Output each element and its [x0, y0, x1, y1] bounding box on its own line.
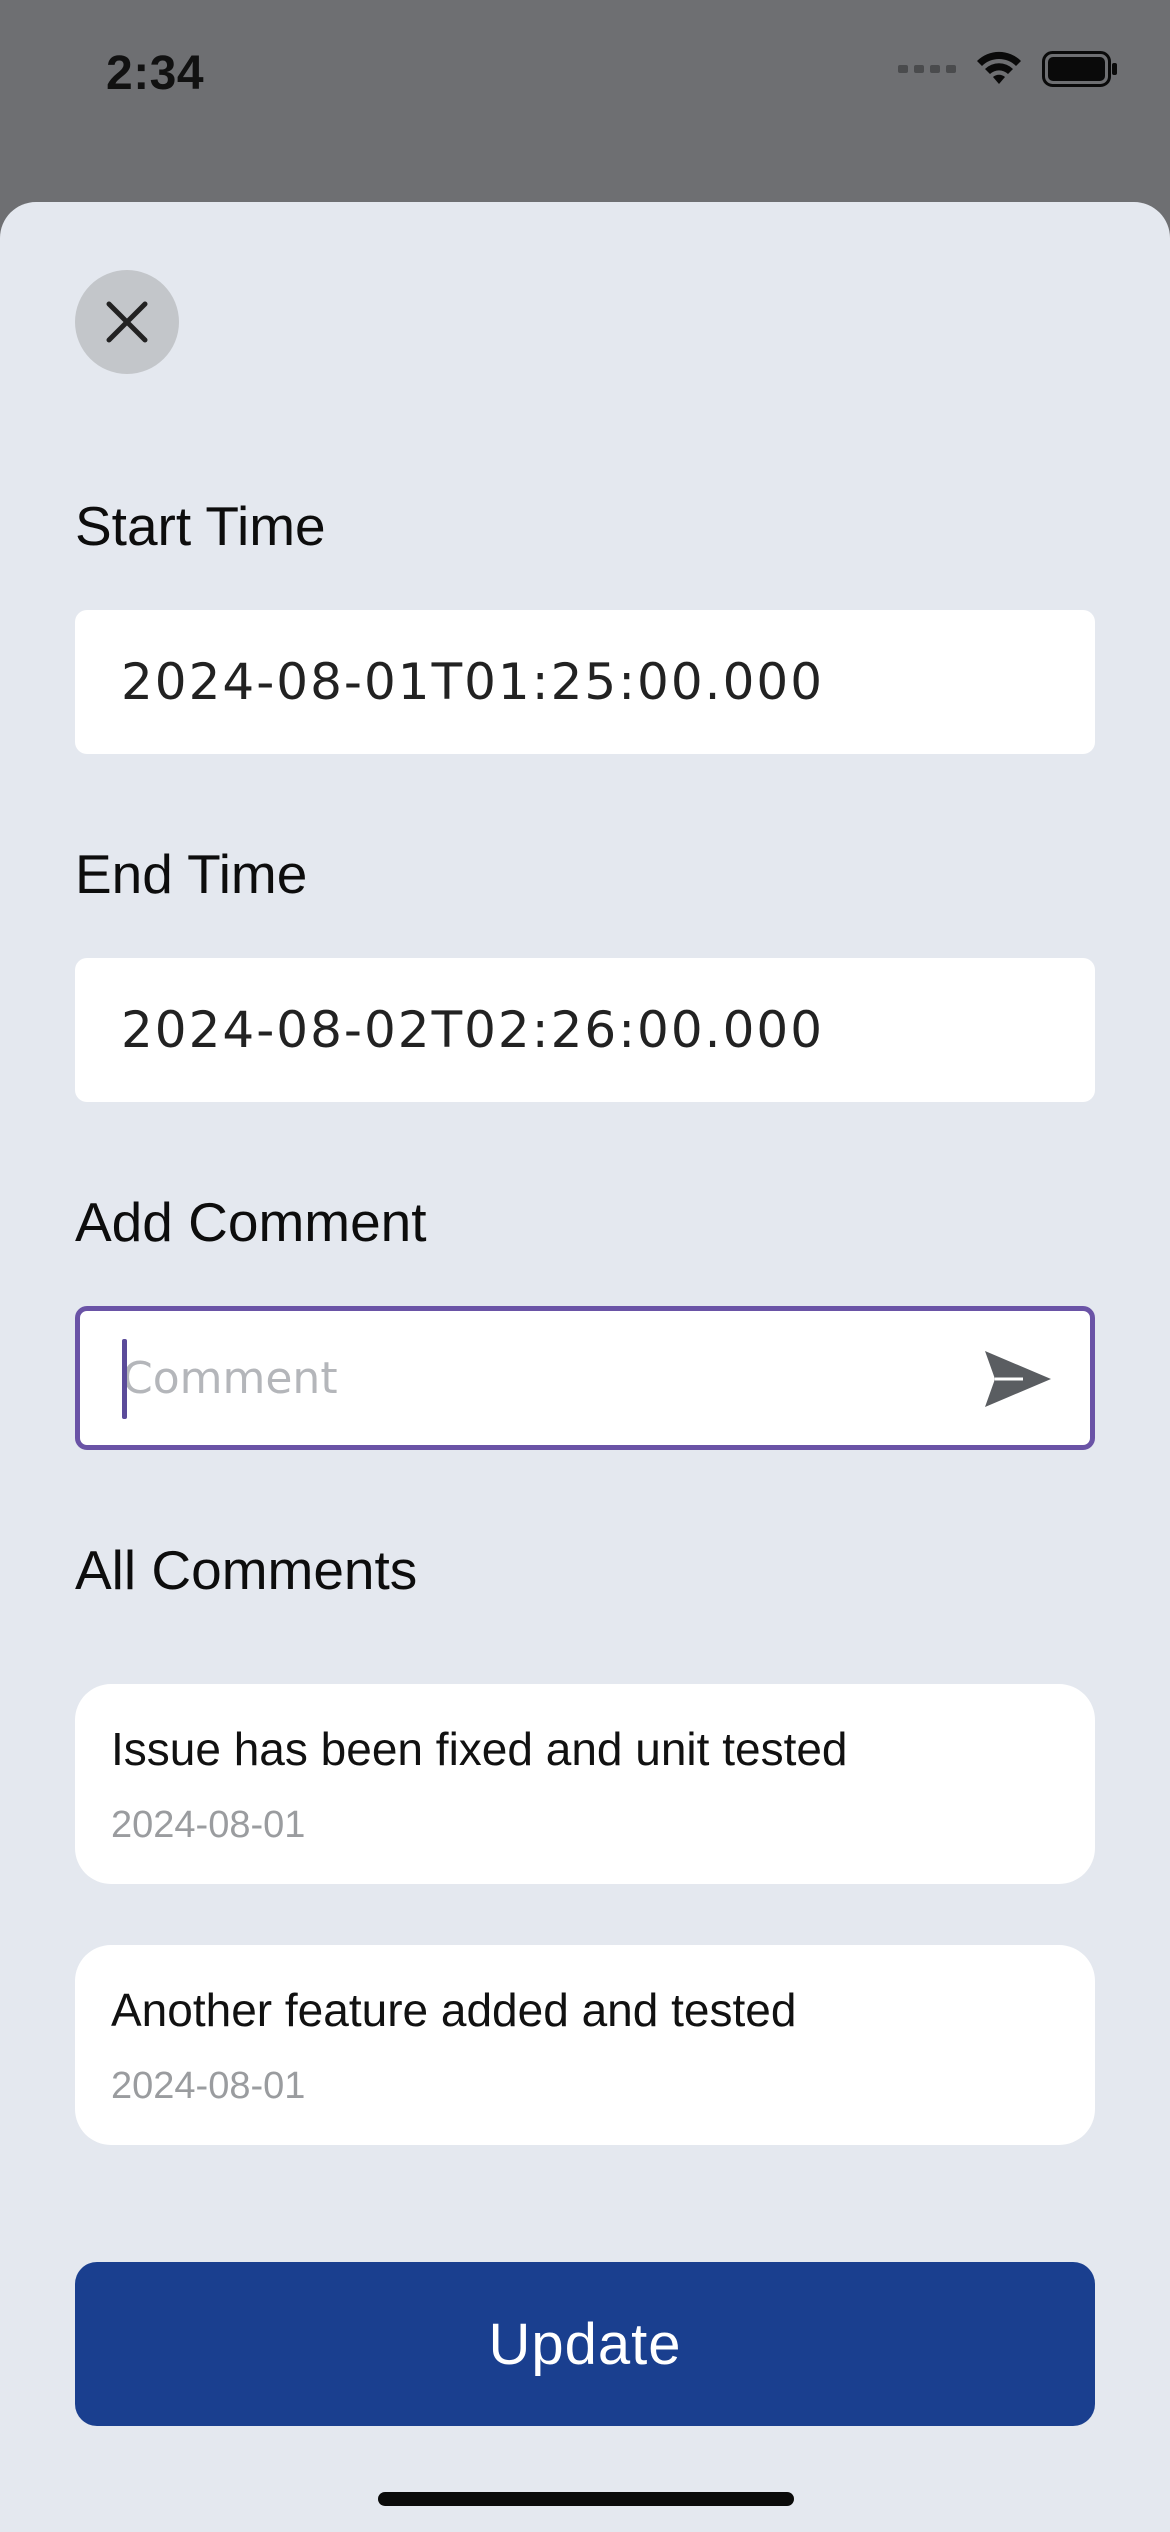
comment-text: Issue has been fixed and unit tested [111, 1723, 848, 1775]
text-caret [122, 1339, 127, 1419]
status-bar: 2:34 [0, 0, 1170, 200]
start-time-label: Start Time [75, 495, 326, 557]
end-time-label: End Time [75, 843, 308, 905]
battery-icon [1042, 51, 1117, 87]
comment-input[interactable] [122, 1311, 942, 1445]
comment-date: 2024-08-01 [111, 2065, 306, 2107]
comment-date: 2024-08-01 [111, 1804, 306, 1846]
signal-icon [898, 65, 956, 73]
comment-input-container[interactable] [75, 1306, 1095, 1450]
start-time-field[interactable]: 2024-08-01T01:25:00.000 [75, 610, 1095, 754]
end-time-field[interactable]: 2024-08-02T02:26:00.000 [75, 958, 1095, 1102]
all-comments-label: All Comments [75, 1539, 418, 1601]
wifi-icon [977, 51, 1021, 84]
add-comment-label: Add Comment [75, 1191, 427, 1253]
send-comment-button[interactable] [980, 1341, 1056, 1417]
update-button[interactable]: Update [75, 2262, 1095, 2426]
status-icons [898, 50, 1118, 88]
comment-card: Issue has been fixed and unit tested 202… [75, 1684, 1095, 1884]
close-button[interactable] [75, 270, 179, 374]
home-indicator [378, 2492, 794, 2506]
send-icon [985, 1351, 1051, 1407]
comment-card: Another feature added and tested 2024-08… [75, 1945, 1095, 2145]
edit-sheet: Start Time 2024-08-01T01:25:00.000 End T… [0, 202, 1170, 2532]
comment-text: Another feature added and tested [111, 1984, 797, 2036]
close-icon [106, 301, 148, 343]
status-time: 2:34 [106, 47, 205, 100]
